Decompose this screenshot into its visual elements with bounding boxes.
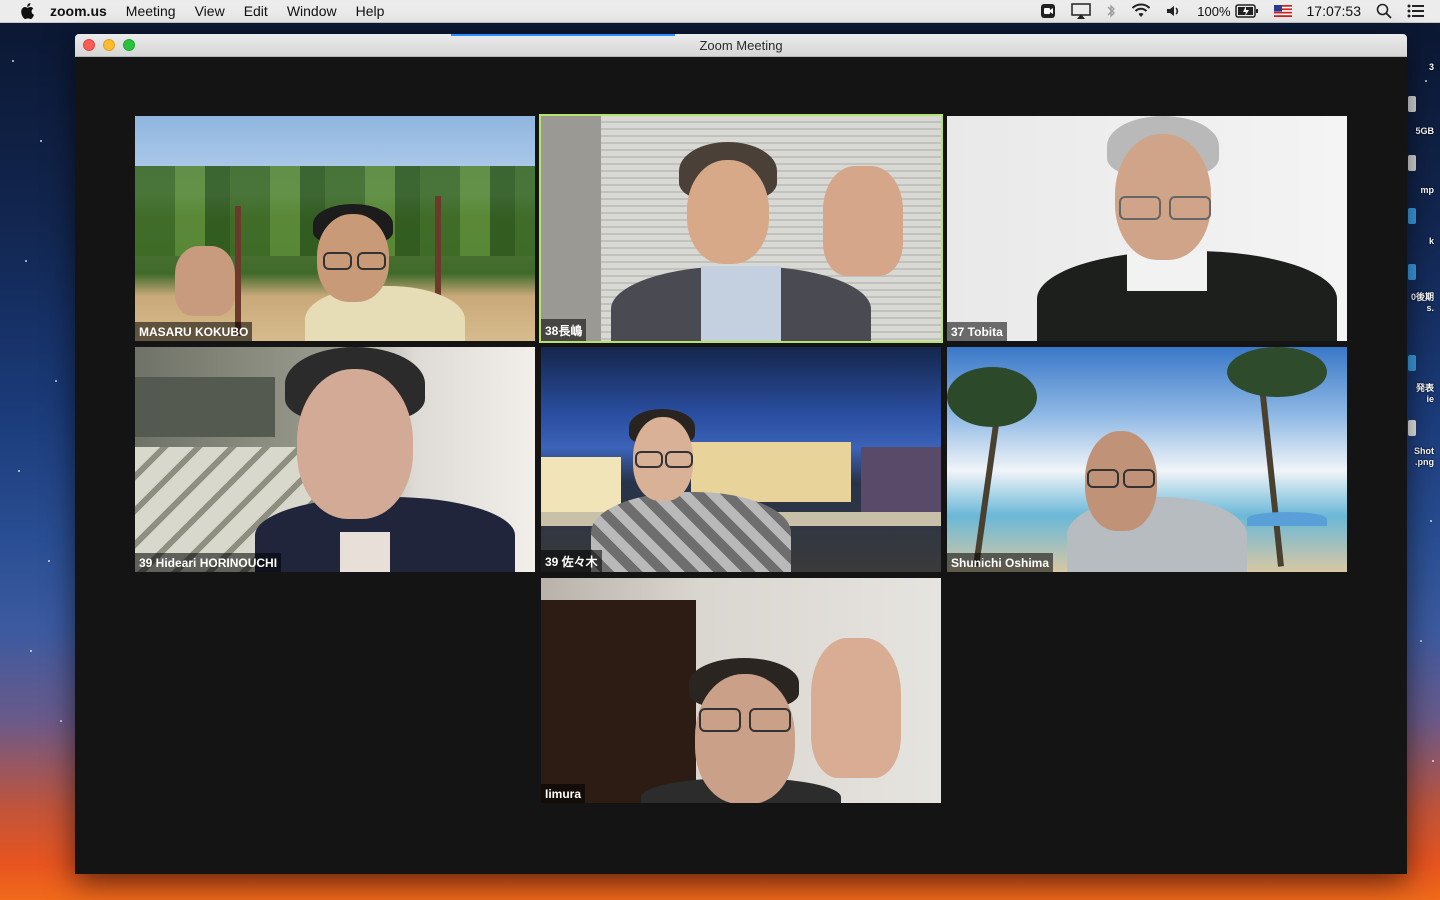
airplay-icon[interactable] xyxy=(1071,0,1091,22)
video-feed xyxy=(947,116,1347,341)
clock: 17:07:53 xyxy=(1306,3,1362,19)
volume-icon[interactable] xyxy=(1166,0,1182,22)
desktop-file-label[interactable]: mp xyxy=(1421,185,1435,196)
desktop-file-icon[interactable] xyxy=(1408,420,1416,436)
participant-name: Iimura xyxy=(541,784,586,803)
video-feed xyxy=(541,347,941,572)
participant-name: 39 Hideari HORINOUCHI xyxy=(135,553,282,572)
menu-edit[interactable]: Edit xyxy=(244,3,268,19)
desktop-folder-icon[interactable] xyxy=(1408,264,1416,280)
video-tile[interactable]: 37 Tobita xyxy=(947,116,1347,341)
video-feed xyxy=(135,116,535,341)
video-tile[interactable]: Iimura xyxy=(541,578,941,803)
desktop-file-icon[interactable] xyxy=(1408,155,1416,171)
flag-us-icon[interactable] xyxy=(1273,0,1292,22)
desktop-file-label[interactable]: 0後期 s. xyxy=(1411,292,1434,314)
desktop-file-label[interactable]: 5GB xyxy=(1415,126,1434,137)
video-tile[interactable]: 39 Hideari HORINOUCHI xyxy=(135,347,535,572)
video-feed xyxy=(541,116,941,341)
window-title-bar[interactable]: Zoom Meeting xyxy=(75,34,1407,57)
desktop-folder-icon[interactable] xyxy=(1408,208,1416,224)
menu-view[interactable]: View xyxy=(195,3,225,19)
participant-name: 38長嶋 xyxy=(541,319,587,341)
video-tile[interactable]: 39 佐々木 xyxy=(541,347,941,572)
menu-window[interactable]: Window xyxy=(287,3,337,19)
video-tile-active-speaker[interactable]: 38長嶋 xyxy=(539,114,943,343)
desktop-file-label[interactable]: k xyxy=(1429,236,1434,247)
wifi-icon[interactable] xyxy=(1131,0,1151,22)
notification-center-icon[interactable] xyxy=(1407,0,1425,22)
video-tile[interactable]: Shunichi Oshima xyxy=(947,347,1347,572)
window-title: Zoom Meeting xyxy=(699,37,783,53)
title-progress-bar xyxy=(451,34,675,36)
desktop-file-label[interactable]: Shot .png xyxy=(1414,446,1434,468)
battery-icon[interactable] xyxy=(1234,0,1259,22)
desktop-file-label[interactable]: 発表 ie xyxy=(1416,383,1434,405)
zoom-tray-icon[interactable] xyxy=(1040,0,1056,22)
apple-icon[interactable] xyxy=(20,3,36,19)
zoom-window-button[interactable] xyxy=(123,39,135,51)
desktop-folder-icon[interactable] xyxy=(1408,355,1416,371)
spotlight-search-icon[interactable] xyxy=(1376,0,1392,22)
video-feed xyxy=(947,347,1347,572)
participant-name: 37 Tobita xyxy=(947,322,1007,341)
menu-help[interactable]: Help xyxy=(356,3,385,19)
video-feed xyxy=(541,578,941,803)
minimize-window-button[interactable] xyxy=(103,39,115,51)
video-feed xyxy=(135,347,535,572)
menu-meeting[interactable]: Meeting xyxy=(126,3,176,19)
desktop-file-icon[interactable] xyxy=(1408,96,1416,112)
participant-name: Shunichi Oshima xyxy=(947,553,1054,572)
desktop-file-label[interactable]: 3 xyxy=(1429,62,1434,73)
participant-name: 39 佐々木 xyxy=(541,550,602,572)
menu-app-name[interactable]: zoom.us xyxy=(50,3,107,19)
zoom-meeting-window: Zoom Meeting MASARU KOKUBO 38長嶋 37 Tobit… xyxy=(75,34,1407,874)
battery-percent: 100% xyxy=(1197,3,1231,19)
bluetooth-icon[interactable] xyxy=(1106,0,1116,22)
close-window-button[interactable] xyxy=(83,39,95,51)
menu-bar: zoom.us Meeting View Edit Window Help 10… xyxy=(0,0,1440,23)
video-tile[interactable]: MASARU KOKUBO xyxy=(135,116,535,341)
window-controls xyxy=(83,39,135,51)
participant-name: MASARU KOKUBO xyxy=(135,322,253,341)
